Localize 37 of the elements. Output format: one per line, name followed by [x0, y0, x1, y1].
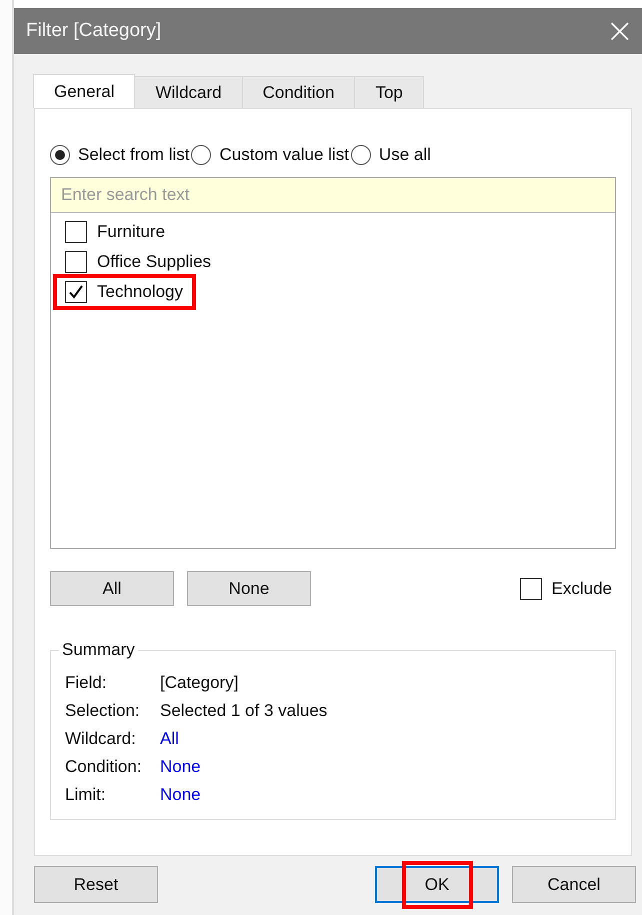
summary-label: Field: — [65, 673, 108, 693]
list-button[interactable]: All — [50, 571, 174, 606]
summary-link[interactable]: All — [160, 729, 179, 749]
list-item-label[interactable]: Furniture — [97, 222, 166, 242]
radio-button[interactable] — [191, 145, 212, 165]
dialog-button[interactable]: Reset — [34, 866, 158, 903]
tab[interactable]: Wildcard — [134, 76, 243, 108]
radio-label[interactable]: Use all — [378, 145, 431, 165]
close-button[interactable]: × — [598, 14, 642, 48]
checkbox-label[interactable]: Exclude — [552, 578, 612, 598]
radio-button[interactable] — [50, 145, 70, 165]
checkbox[interactable] — [65, 221, 87, 243]
summary-value: [Category] — [160, 673, 238, 693]
radio-label[interactable]: Custom value list — [219, 145, 349, 165]
summary-link[interactable]: None — [160, 785, 201, 805]
summary-link[interactable]: None — [160, 757, 201, 777]
checkbox[interactable] — [520, 578, 542, 600]
tab[interactable]: Top — [354, 76, 424, 108]
tab[interactable]: Condition — [242, 76, 356, 108]
dialog-button[interactable]: OK — [375, 866, 499, 903]
summary-value: Selected 1 of 3 values — [160, 701, 328, 721]
summary-label: Condition: — [65, 757, 143, 777]
checkbox[interactable] — [65, 251, 87, 273]
radio-button[interactable] — [350, 145, 371, 165]
summary-label: Wildcard: — [65, 729, 137, 749]
list-item-label[interactable]: Technology — [97, 282, 184, 302]
group-title: Summary — [59, 640, 138, 660]
tab[interactable]: General — [33, 74, 136, 108]
dialog-button[interactable]: Cancel — [512, 866, 636, 903]
checkbox[interactable] — [65, 281, 87, 303]
window-title: Filter [Category] — [26, 20, 162, 42]
search-field[interactable]: Enter search text — [51, 178, 615, 213]
radio-label[interactable]: Select from list — [78, 145, 190, 165]
summary-label: Selection: — [65, 701, 141, 721]
list-item-label[interactable]: Office Supplies — [97, 252, 212, 272]
summary-label: Limit: — [65, 785, 107, 805]
list-button[interactable]: None — [187, 571, 311, 606]
